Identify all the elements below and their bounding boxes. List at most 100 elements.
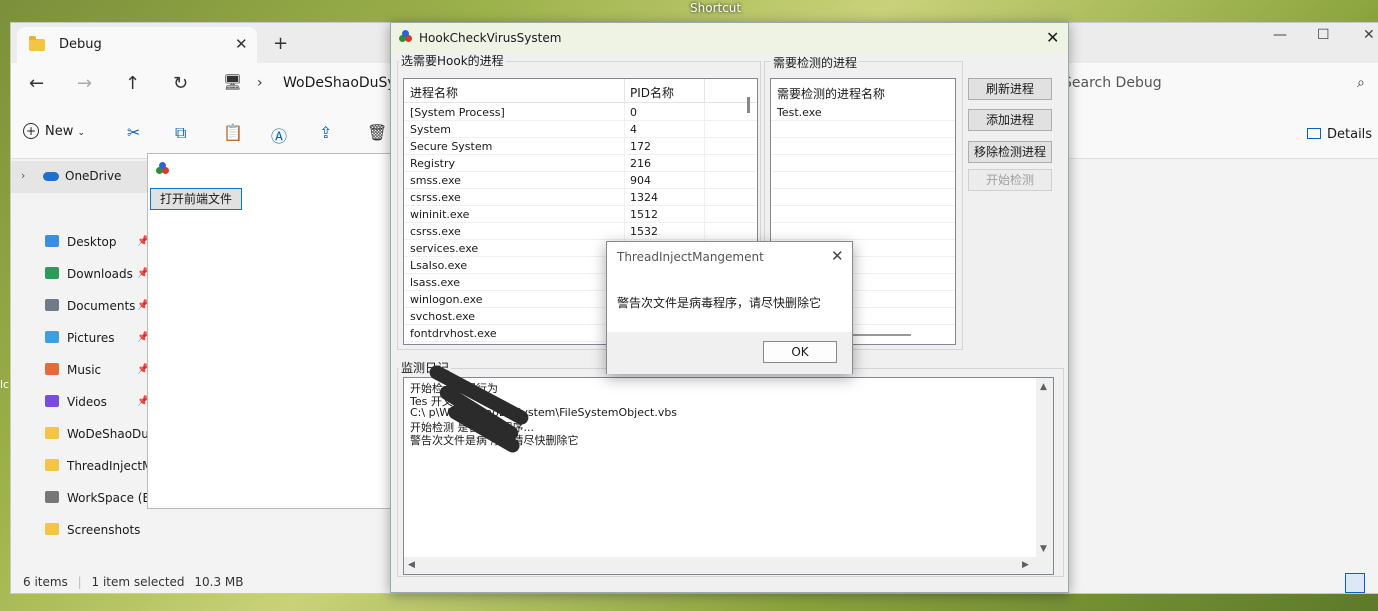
delete-icon[interactable]: 🗑 (367, 123, 387, 142)
folder-icon (45, 427, 59, 439)
folder-icon (29, 36, 45, 51)
folder-icon (45, 331, 59, 343)
process-pid: 1532 (630, 225, 658, 238)
sidebar-item[interactable]: Pictures (45, 331, 115, 345)
add-process-button[interactable]: 添加进程 (968, 109, 1052, 131)
status-bar: 6 items | 1 item selected 10.3 MB (23, 575, 244, 589)
scroll-up-icon[interactable]: ▲ (1040, 382, 1047, 392)
target-row[interactable]: Test.exe (771, 104, 955, 121)
new-label: New (45, 124, 74, 139)
add-tab-icon[interactable]: + (273, 33, 288, 54)
open-frontend-file-button[interactable]: 打开前端文件 (150, 188, 242, 210)
process-pid: 1512 (630, 208, 658, 221)
sidebar-item[interactable]: Downloads (45, 267, 133, 281)
sidebar-item[interactable]: WoDeShaoDuSy (45, 427, 164, 441)
sidebar-item[interactable]: Screenshots (45, 523, 140, 537)
close-icon[interactable]: ✕ (1046, 28, 1059, 47)
close-tab-icon[interactable]: ✕ (235, 35, 248, 53)
copy-icon[interactable]: ⧉ (175, 123, 186, 143)
process-name: svchost.exe (410, 310, 476, 323)
target-row[interactable] (771, 155, 955, 172)
back-icon[interactable]: ← (29, 73, 44, 94)
details-button[interactable]: Details (1307, 127, 1372, 142)
frontend-loader-window: 打开前端文件 (147, 153, 391, 509)
item-count: 6 items (23, 575, 68, 589)
hook-process-group-label: 选需要Hook的进程 (399, 52, 506, 69)
plus-circle-icon: + (23, 123, 39, 139)
target-row[interactable] (771, 206, 955, 223)
folder-icon (45, 491, 59, 503)
scroll-left-icon[interactable]: ◀ (408, 560, 415, 570)
sidebar-item-label: Downloads (67, 267, 133, 281)
sidebar-item[interactable]: Desktop (45, 235, 117, 249)
close-icon[interactable]: ✕ (831, 247, 844, 265)
scroll-right-icon[interactable]: ▶ (1022, 560, 1029, 570)
sidebar-item[interactable]: Music (45, 363, 101, 377)
warning-message-box: ThreadInjectMangement ✕ 警告次文件是病毒程序，请尽快删除… (606, 241, 853, 374)
refresh-process-button[interactable]: 刷新进程 (968, 78, 1052, 100)
log-vertical-scrollbar[interactable]: ▲ ▼ (1036, 378, 1053, 574)
window-title: HookCheckVirusSystem (419, 31, 562, 45)
sidebar-item[interactable]: WorkSpace (E:) (45, 491, 159, 505)
target-row[interactable] (771, 223, 955, 240)
horizontal-scrollbar-thumb[interactable] (851, 334, 911, 336)
target-row[interactable] (771, 138, 955, 155)
target-row[interactable] (771, 189, 955, 206)
search-icon[interactable]: ⌕ (1357, 75, 1365, 91)
column-header-name[interactable]: 进程名称 (410, 84, 458, 101)
details-label: Details (1327, 127, 1373, 142)
minimize-icon[interactable]: — (1273, 27, 1287, 43)
sidebar-item-label: Music (67, 363, 102, 377)
ok-button[interactable]: OK (763, 341, 837, 363)
start-detection-button[interactable]: 开始检测 (968, 169, 1052, 191)
share-icon[interactable]: ⇪ (319, 123, 332, 142)
process-pid: 216 (630, 157, 651, 170)
target-row[interactable] (771, 121, 955, 138)
chevron-down-icon: ⌄ (77, 128, 86, 138)
vertical-scrollbar-thumb[interactable] (747, 97, 750, 113)
remove-process-button[interactable]: 移除检测进程 (968, 141, 1052, 163)
column-header-pid[interactable]: PID名称 (630, 84, 674, 101)
folder-icon (45, 363, 59, 375)
scroll-down-icon[interactable]: ▼ (1040, 544, 1047, 554)
main-titlebar: HookCheckVirusSystem ✕ (391, 23, 1068, 53)
warning-message-text: 警告次文件是病毒程序，请尽快删除它 (617, 296, 822, 310)
sidebar-item[interactable]: Documents (45, 299, 135, 313)
cut-icon[interactable]: ✂ (127, 123, 140, 142)
target-row[interactable] (771, 172, 955, 189)
process-list-header: 进程名称 PID名称 (404, 79, 757, 103)
rename-icon[interactable]: Ⓐ (271, 123, 287, 147)
close-window-icon[interactable]: ✕ (1363, 27, 1375, 43)
computer-icon: 🖥 (223, 73, 243, 91)
paste-icon[interactable]: 📋 (223, 123, 243, 142)
process-name: smss.exe (410, 174, 461, 187)
process-name: fontdrvhost.exe (410, 327, 497, 340)
sidebar-item-onedrive[interactable]: › OneDrive (11, 161, 151, 193)
chevron-right-icon[interactable]: › (21, 169, 25, 182)
process-pid: 4 (630, 123, 637, 136)
tab-debug[interactable]: Debug ✕ (17, 27, 257, 63)
column-divider (704, 79, 705, 103)
process-name: csrss.exe (410, 225, 461, 238)
target-column-header[interactable]: 需要检测的进程名称 (777, 85, 885, 102)
process-name: Secure System (410, 140, 493, 153)
maximize-icon[interactable]: ☐ (1317, 27, 1330, 43)
folder-icon (45, 235, 59, 247)
refresh-icon[interactable]: ↻ (173, 73, 188, 94)
new-button[interactable]: + New ⌄ (23, 123, 85, 139)
sidebar-item-label: OneDrive (65, 169, 122, 183)
selection-size: 10.3 MB (194, 575, 244, 589)
chevron-right-icon[interactable]: › (257, 75, 263, 91)
forward-icon[interactable]: → (77, 73, 92, 94)
tab-title: Debug (59, 37, 102, 52)
log-textarea[interactable]: 开始检测进程行为Tes 开文件C:\ p\WoDeShaoDuSystem\Fi… (403, 362, 1054, 575)
details-view-icon[interactable] (1345, 573, 1365, 593)
sidebar-item[interactable]: Videos (45, 395, 107, 409)
folder-icon (45, 299, 59, 311)
process-name: winlogon.exe (410, 293, 483, 306)
process-name: [System Process] (410, 106, 505, 119)
log-horizontal-scrollbar[interactable]: ◀ ▶ (404, 557, 1038, 574)
search-input[interactable]: Search Debug (1063, 75, 1162, 91)
target-process-name: Test.exe (777, 106, 822, 119)
up-icon[interactable]: ↑ (125, 73, 140, 94)
